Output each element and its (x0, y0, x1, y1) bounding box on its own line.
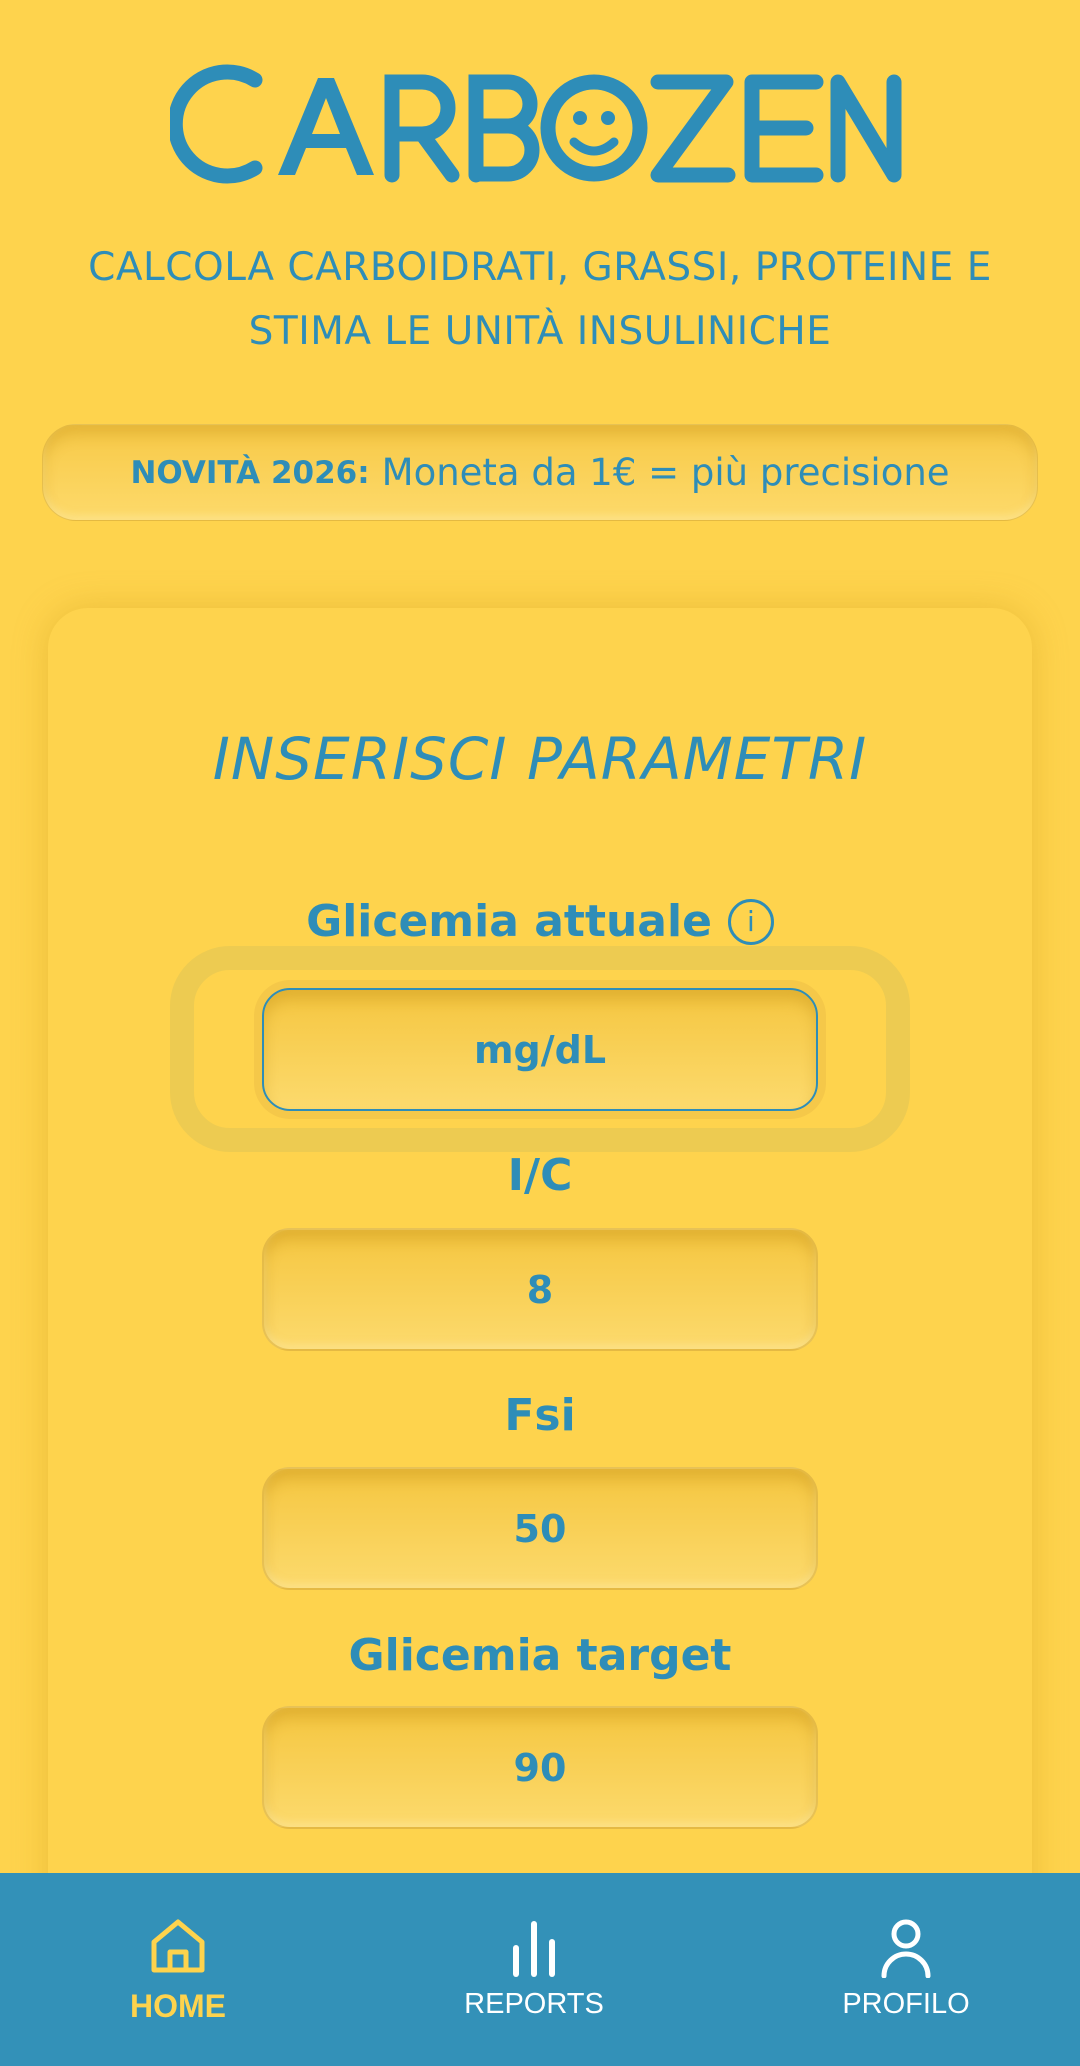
glicemia-attuale-input[interactable] (262, 988, 818, 1111)
nav-label-home: HOME (130, 1988, 226, 2024)
home-icon (151, 1919, 205, 1973)
news-label: NOVITÀ 2026: (130, 454, 370, 491)
ic-input[interactable] (262, 1228, 818, 1351)
nav-item-reports[interactable]: REPORTS (384, 1873, 684, 2066)
app-subtitle: CALCOLA CARBOIDRATI, GRASSI, PROTEINE E … (88, 245, 992, 354)
nav-label-reports: REPORTS (464, 1988, 604, 2020)
nav-item-home[interactable]: HOME (28, 1873, 328, 2066)
app-logo (0, 60, 1080, 200)
card-title: INSERISCI PARAMETRI (212, 725, 868, 793)
fsi-label: Fsi (504, 1390, 576, 1441)
carbozen-logo-icon (170, 64, 902, 184)
ic-label: I/C (507, 1150, 573, 1201)
news-text: Moneta da 1€ = più precisione (381, 451, 950, 494)
bottom-navigation: HOME REPORTS PROFILO (0, 1873, 1080, 2066)
fsi-input[interactable] (262, 1467, 818, 1590)
nav-item-profilo[interactable]: PROFILO (756, 1873, 1056, 2066)
news-banner[interactable]: NOVITÀ 2026: Moneta da 1€ = più precisio… (42, 424, 1038, 521)
glicemia-target-label: Glicemia target (348, 1630, 732, 1681)
user-icon (881, 1919, 931, 1978)
info-icon[interactable]: i (727, 898, 774, 945)
glicemia-attuale-label: Glicemia attuale i (0, 896, 1080, 947)
glicemia-target-input[interactable] (262, 1706, 818, 1829)
bar-chart-icon (513, 1921, 555, 1977)
nav-label-profilo: PROFILO (842, 1988, 970, 2020)
